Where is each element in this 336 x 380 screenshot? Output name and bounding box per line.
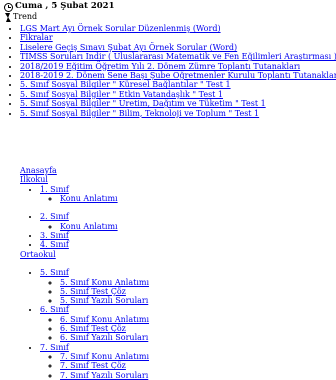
menu-link-sinif-7-konu[interactable]: 7. Sınıf Konu Anlatımı [60, 352, 149, 361]
trend-row: Trend [4, 12, 334, 22]
list-item: Fikralar [20, 33, 336, 42]
menu-link-sinif-5[interactable]: 5. Sınıf [40, 268, 69, 277]
menu-item-sinif-6: 6. Sınıf 6. Sınıf Konu Anlatımı 6. Sınıf… [40, 305, 336, 342]
menu-item-sinif-7-yazili: 7. Sınıf Yazılı Soruları [60, 371, 336, 380]
trend-label: Trend [13, 12, 38, 22]
menu-link-sinif-5-konu[interactable]: 5. Sınıf Konu Anlatımı [60, 278, 149, 287]
trending-news-list: LGS Mart Ayı Örnek Sorular Düzenlenmiş (… [0, 24, 336, 118]
menu-link-sinif-2-konu[interactable]: Konu Anlatımı [60, 222, 118, 231]
menu-item-sinif-1-konu: Konu Anlatımı [60, 194, 336, 203]
list-item: 5. Sınıf Sosyal Bilgiler " Üretim, Dağıt… [20, 99, 336, 108]
menu-item-sinif-6-yazili: 6. Sınıf Yazılı Soruları [60, 333, 336, 342]
menu-link-sinif-5-yazili[interactable]: 5. Sınıf Yazılı Soruları [60, 296, 148, 305]
menu-link-ilkokul[interactable]: İlkokul [20, 175, 48, 184]
list-item: 5. Sınıf Sosyal Bilgiler " Etkin Vatanda… [20, 90, 336, 99]
news-link[interactable]: 2018/2019 Eğitim Öğretim Yılı 2. Dönem Z… [20, 62, 300, 71]
news-link[interactable]: Fikralar [20, 33, 53, 42]
list-item: TIMSS Soruları İndir ( Uluslararası Mate… [20, 52, 336, 61]
menu-item-sinif-5-test: 5. Sınıf Test Çöz [60, 287, 336, 296]
submenu-sinif-7: 7. Sınıf Konu Anlatımı 7. Sınıf Test Çöz… [40, 352, 336, 380]
menu-item-ortaokul: Ortaokul 5. Sınıf 5. Sınıf Konu Anlatımı… [20, 250, 336, 380]
menu-item-home: Anasayfa [20, 166, 336, 175]
main-menu: Anasayfa İlkokul 1. Sınıf Konu Anlatımı … [0, 166, 336, 380]
list-item: LGS Mart Ayı Örnek Sorular Düzenlenmiş (… [20, 24, 336, 33]
news-link[interactable]: 5. Sınıf Sosyal Bilgiler " Bilim, Teknol… [20, 109, 259, 118]
menu-item-sinif-6-test: 6. Sınıf Test Çöz [60, 324, 336, 333]
news-link[interactable]: Liselere Geçiş Sınavı Şubat Ayı Örnek So… [20, 43, 237, 52]
menu-item-sinif-4: 4. Sınıf [40, 240, 336, 249]
news-link[interactable]: LGS Mart Ayı Örnek Sorular Düzenlenmiş (… [20, 24, 221, 33]
menu-link-sinif-1-konu[interactable]: Konu Anlatımı [60, 194, 118, 203]
menu-link-sinif-7-yazili[interactable]: 7. Sınıf Yazılı Soruları [60, 371, 148, 380]
menu-item-sinif-2: 2. Sınıf Konu Anlatımı [40, 212, 336, 231]
list-item: 2018/2019 Eğitim Öğretim Yılı 2. Dönem Z… [20, 62, 336, 71]
news-link[interactable]: 5. Sınıf Sosyal Bilgiler " Etkin Vatanda… [20, 90, 223, 99]
date-row: Cuma , 5 Şubat 2021 [4, 2, 334, 12]
menu-link-sinif-6-konu[interactable]: 6. Sınıf Konu Anlatımı [60, 315, 149, 324]
menu-item-sinif-5: 5. Sınıf 5. Sınıf Konu Anlatımı 5. Sınıf… [40, 259, 336, 305]
menu-link-sinif-7-test[interactable]: 7. Sınıf Test Çöz [60, 361, 126, 370]
submenu-ortaokul: 5. Sınıf 5. Sınıf Konu Anlatımı 5. Sınıf… [20, 259, 336, 380]
menu-item-sinif-7: 7. Sınıf 7. Sınıf Konu Anlatımı 7. Sınıf… [40, 343, 336, 380]
top-bar: Cuma , 5 Şubat 2021 Trend [4, 2, 334, 22]
clock-icon [4, 2, 13, 12]
bolt-icon [4, 12, 11, 22]
submenu-sinif-6: 6. Sınıf Konu Anlatımı 6. Sınıf Test Çöz… [40, 315, 336, 343]
menu-item-ilkokul: İlkokul 1. Sınıf Konu Anlatımı 2. Sınıf … [20, 175, 336, 249]
menu-link-ortaokul[interactable]: Ortaokul [20, 250, 56, 259]
news-link[interactable]: 5. Sınıf Sosyal Bilgiler " Üretim, Dağıt… [20, 99, 266, 108]
menu-item-sinif-5-konu: 5. Sınıf Konu Anlatımı [60, 278, 336, 287]
menu-link-sinif-6-test[interactable]: 6. Sınıf Test Çöz [60, 324, 126, 333]
list-item: 2018-2019 2. Dönem Sene Başı Şube Öğretm… [20, 71, 336, 80]
menu-item-sinif-7-test: 7. Sınıf Test Çöz [60, 361, 336, 370]
menu-link-sinif-1[interactable]: 1. Sınıf [40, 185, 69, 194]
menu-item-sinif-5-yazili: 5. Sınıf Yazılı Soruları [60, 296, 336, 305]
menu-item-sinif-3: 3. Sınıf [40, 231, 336, 240]
menu-link-sinif-6-yazili[interactable]: 6. Sınıf Yazılı Soruları [60, 333, 148, 342]
menu-item-sinif-1: 1. Sınıf Konu Anlatımı [40, 185, 336, 213]
current-date: Cuma , 5 Şubat 2021 [15, 1, 115, 12]
menu-item-sinif-7-konu: 7. Sınıf Konu Anlatımı [60, 352, 336, 361]
menu-link-sinif-6[interactable]: 6. Sınıf [40, 305, 69, 314]
submenu-sinif-1: Konu Anlatımı [40, 194, 336, 203]
menu-item-sinif-2-konu: Konu Anlatımı [60, 222, 336, 231]
list-item: Liselere Geçiş Sınavı Şubat Ayı Örnek So… [20, 43, 336, 52]
list-item: 5. Sınıf Sosyal Bilgiler " Küresel Bağla… [20, 80, 336, 89]
news-link[interactable]: 5. Sınıf Sosyal Bilgiler " Küresel Bağla… [20, 80, 231, 89]
menu-link-sinif-3[interactable]: 3. Sınıf [40, 231, 69, 240]
submenu-ilkokul: 1. Sınıf Konu Anlatımı 2. Sınıf Konu Anl… [20, 185, 336, 250]
menu-link-sinif-7[interactable]: 7. Sınıf [40, 343, 69, 352]
list-item: 5. Sınıf Sosyal Bilgiler " Bilim, Teknol… [20, 109, 336, 118]
menu-link-sinif-5-test[interactable]: 5. Sınıf Test Çöz [60, 287, 126, 296]
submenu-sinif-2: Konu Anlatımı [40, 222, 336, 231]
menu-link-sinif-4[interactable]: 4. Sınıf [40, 240, 69, 249]
menu-link-sinif-2[interactable]: 2. Sınıf [40, 212, 69, 221]
menu-link-home[interactable]: Anasayfa [20, 166, 57, 175]
news-link[interactable]: TIMSS Soruları İndir ( Uluslararası Mate… [20, 52, 336, 61]
submenu-sinif-5: 5. Sınıf Konu Anlatımı 5. Sınıf Test Çöz… [40, 278, 336, 306]
menu-item-sinif-6-konu: 6. Sınıf Konu Anlatımı [60, 315, 336, 324]
news-link[interactable]: 2018-2019 2. Dönem Sene Başı Şube Öğretm… [20, 71, 336, 80]
